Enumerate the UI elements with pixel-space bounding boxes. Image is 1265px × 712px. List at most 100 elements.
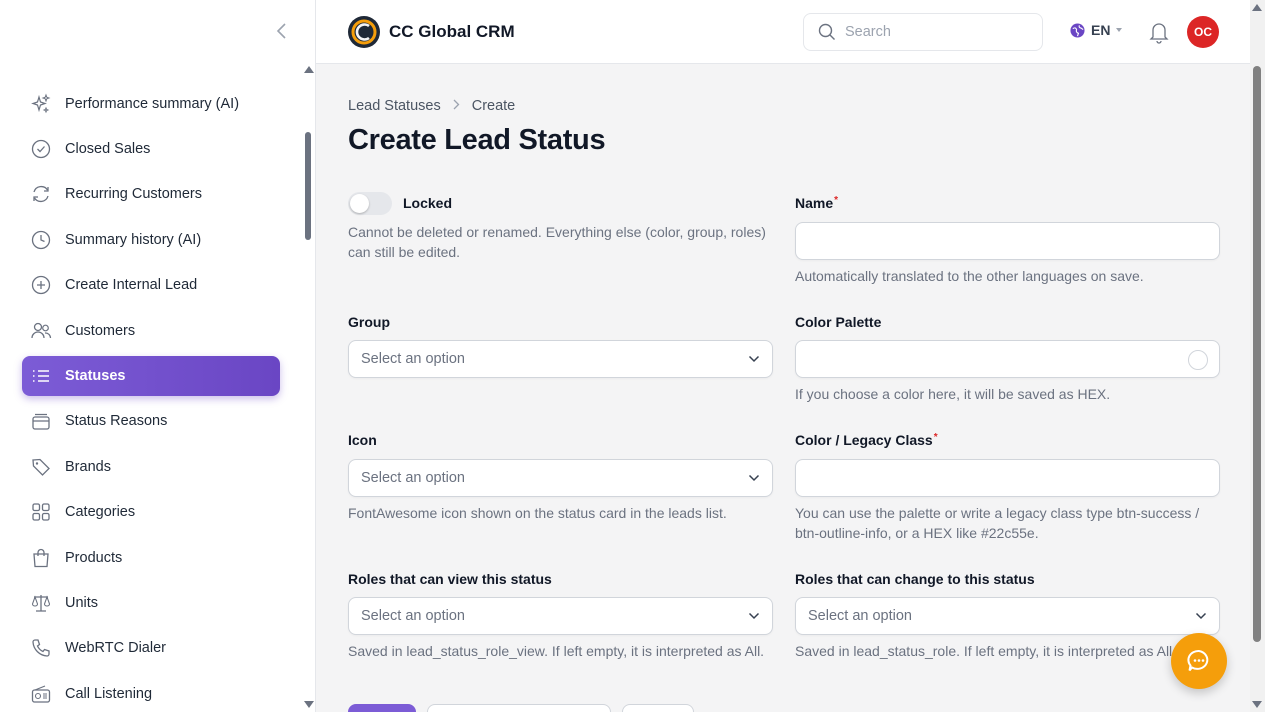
sidebar-item-label: Units — [65, 594, 99, 611]
sidebar-item-units[interactable]: Units — [22, 580, 280, 625]
legacy-class-input[interactable] — [796, 460, 1219, 496]
color-palette-label: Color Palette — [795, 314, 882, 330]
sidebar-item-performance-summary[interactable]: Performance summary (AI) — [22, 81, 280, 126]
shopping-bag-icon — [30, 547, 52, 569]
sidebar-item-label: Brands — [65, 458, 111, 475]
top-header: CC Global CRM EN OC — [316, 0, 1250, 64]
sparkles-icon — [30, 93, 52, 115]
chevron-down-icon — [748, 474, 760, 482]
sidebar-scroll-thumb[interactable] — [305, 132, 311, 240]
brand-logo-icon — [348, 16, 380, 48]
form-actions — [348, 704, 705, 712]
sidebar-item-label: Closed Sales — [65, 141, 151, 158]
collapse-sidebar-button[interactable] — [270, 20, 292, 42]
sidebar-item-closed-sales[interactable]: Closed Sales — [22, 126, 280, 171]
roles-view-help: Saved in lead_status_role_view. If left … — [348, 643, 765, 659]
user-avatar[interactable]: OC — [1187, 16, 1219, 48]
sidebar-item-label: Summary history (AI) — [65, 231, 202, 248]
language-selector[interactable]: EN — [1070, 22, 1123, 38]
sidebar-item-summary-history[interactable]: Summary history (AI) — [22, 217, 280, 262]
group-select[interactable]: Select an option — [348, 340, 773, 378]
icon-help: FontAwesome icon shown on the status car… — [348, 505, 727, 521]
sidebar-item-create-internal-lead[interactable]: Create Internal Lead — [22, 263, 280, 308]
sidebar-item-products[interactable]: Products — [22, 535, 280, 580]
chevron-down-icon — [748, 612, 760, 620]
notifications-button[interactable] — [1148, 20, 1170, 44]
bell-icon — [1149, 23, 1169, 44]
sidebar-item-label: Status Reasons — [65, 413, 168, 430]
roles-view-label: Roles that can view this status — [348, 571, 552, 587]
roles-change-help: Saved in lead_status_role. If left empty… — [795, 643, 1177, 659]
breadcrumb: Lead Statuses Create — [348, 98, 515, 114]
color-swatch-icon[interactable] — [1188, 350, 1208, 370]
breadcrumb-parent-link[interactable]: Lead Statuses — [348, 98, 441, 114]
sidebar-item-label: Categories — [65, 504, 136, 521]
sidebar-item-label: WebRTC Dialer — [65, 640, 166, 657]
search-input[interactable] — [845, 24, 1025, 40]
scroll-down-arrow-icon[interactable] — [1252, 701, 1262, 708]
name-field[interactable] — [795, 222, 1220, 260]
locked-toggle[interactable] — [348, 192, 392, 215]
sidebar-item-categories[interactable]: Categories — [22, 490, 280, 535]
roles-view-select[interactable]: Select an option — [348, 597, 773, 635]
sidebar-item-customers[interactable]: Customers — [22, 308, 280, 353]
search-box[interactable] — [803, 13, 1043, 51]
breadcrumb-current: Create — [471, 98, 516, 114]
globe-icon — [1070, 22, 1085, 38]
page-scrollbar[interactable] — [1250, 0, 1265, 712]
chevron-right-icon — [453, 98, 460, 114]
legacy-class-field[interactable] — [795, 459, 1220, 497]
sidebar-item-label: Performance summary (AI) — [65, 95, 240, 112]
sidebar-item-label: Create Internal Lead — [65, 277, 198, 294]
icon-select-placeholder: Select an option — [361, 470, 465, 486]
roles-change-select[interactable]: Select an option — [795, 597, 1220, 635]
name-label: Name* — [795, 195, 839, 211]
scale-icon — [30, 592, 52, 614]
sidebar-item-recurring-customers[interactable]: Recurring Customers — [22, 172, 280, 217]
sidebar-scrollbar[interactable] — [303, 64, 315, 712]
locked-label: Locked — [403, 195, 453, 211]
sidebar: Performance summary (AI) Closed Sales Re… — [0, 0, 316, 712]
grid-icon — [30, 501, 52, 523]
users-icon — [30, 320, 52, 342]
page-scroll-thumb[interactable] — [1253, 66, 1261, 642]
locked-help: Cannot be deleted or renamed. Everything… — [348, 224, 766, 260]
icon-select[interactable]: Select an option — [348, 459, 773, 497]
color-palette-field[interactable] — [795, 340, 1220, 378]
sidebar-item-statuses[interactable]: Statuses — [22, 356, 280, 397]
clock-icon — [30, 229, 52, 251]
group-label: Group — [348, 314, 390, 330]
color-palette-input[interactable] — [796, 341, 1219, 377]
name-input[interactable] — [796, 223, 1219, 259]
sidebar-item-status-reasons[interactable]: Status Reasons — [22, 399, 280, 444]
phone-icon — [30, 637, 52, 659]
tag-icon — [30, 456, 52, 478]
check-circle-icon — [30, 138, 52, 160]
search-icon — [818, 23, 835, 40]
scroll-up-arrow-icon[interactable] — [1252, 4, 1262, 11]
chat-button[interactable] — [1171, 633, 1227, 689]
tray-icon — [30, 410, 52, 432]
toggle-knob — [350, 194, 369, 213]
brand[interactable]: CC Global CRM — [348, 16, 515, 48]
language-label: EN — [1091, 22, 1111, 38]
roles-change-label: Roles that can change to this status — [795, 571, 1035, 587]
cancel-button[interactable] — [622, 704, 694, 712]
chat-bubble-icon — [1187, 650, 1209, 672]
sidebar-item-brands[interactable]: Brands — [22, 444, 280, 489]
page-title: Create Lead Status — [348, 124, 606, 156]
sidebar-item-label: Call Listening — [65, 685, 153, 702]
create-another-button[interactable] — [427, 704, 611, 712]
roles-change-select-placeholder: Select an option — [808, 608, 912, 624]
name-help: Automatically translated to the other la… — [795, 268, 1144, 284]
create-button[interactable] — [348, 704, 416, 712]
chevron-down-icon — [1195, 612, 1207, 620]
scroll-up-arrow-icon[interactable] — [304, 66, 314, 73]
chevron-down-icon — [1116, 28, 1123, 32]
plus-circle-icon — [30, 274, 52, 296]
legacy-class-label: Color / Legacy Class* — [795, 432, 938, 448]
sidebar-item-webrtc-dialer[interactable]: WebRTC Dialer — [22, 626, 280, 671]
sidebar-item-call-listening[interactable]: Call Listening — [22, 671, 280, 712]
sidebar-item-label: Products — [65, 549, 123, 566]
scroll-down-arrow-icon[interactable] — [304, 701, 314, 708]
